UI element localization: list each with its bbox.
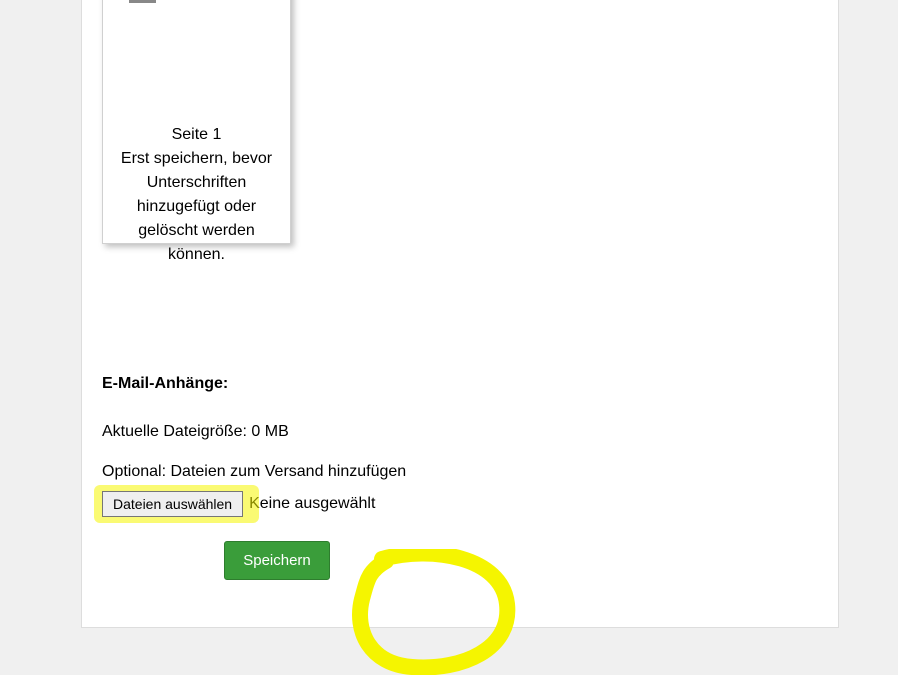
file-selection-status: Keine ausgewählt (249, 495, 375, 513)
optional-hint-text: Optional: Dateien zum Versand hinzufügen (102, 463, 802, 481)
current-filesize-text: Aktuelle Dateigröße: 0 MB (102, 423, 802, 441)
attachments-section: E-Mail-Anhänge: Aktuelle Dateigröße: 0 M… (102, 375, 802, 580)
page-note: Erst speichern, bevor Unterschriften hin… (113, 147, 280, 267)
file-input-row: Dateien auswählen Keine ausgewählt (102, 491, 802, 517)
page-number-label: Seite 1 (113, 123, 280, 147)
choose-files-button[interactable]: Dateien auswählen (102, 491, 243, 517)
page-caption: Seite 1 Erst speichern, bevor Unterschri… (103, 115, 290, 277)
attachments-heading: E-Mail-Anhänge: (102, 375, 802, 393)
panel-inner: Seite 1 Erst speichern, bevor Unterschri… (82, 0, 838, 627)
save-button[interactable]: Speichern (224, 541, 330, 580)
page-preview-card: Seite 1 Erst speichern, bevor Unterschri… (102, 0, 291, 244)
save-row: Speichern (102, 541, 452, 580)
main-panel: Seite 1 Erst speichern, bevor Unterschri… (81, 0, 839, 628)
page-thumbnail[interactable] (103, 0, 290, 115)
